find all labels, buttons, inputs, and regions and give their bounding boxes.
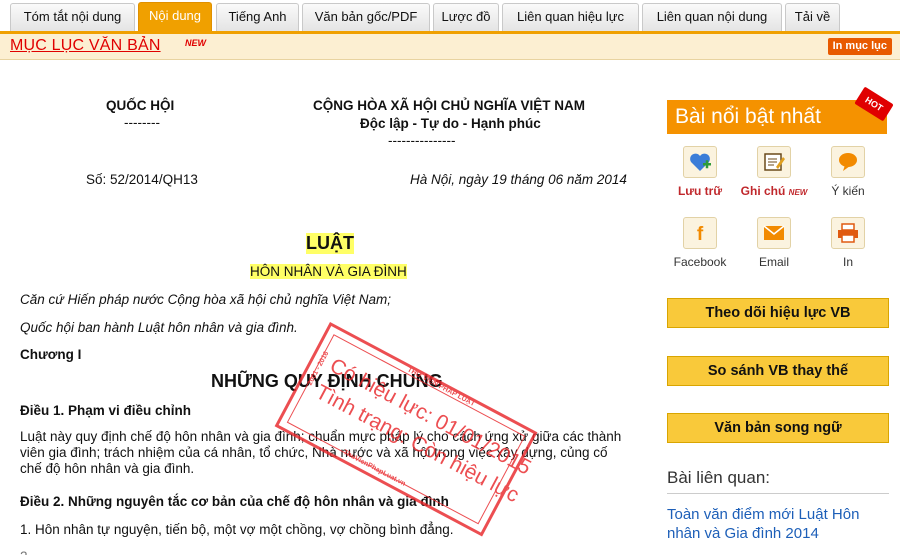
document-body: QUỐC HỘI -------- CỘNG HÒA XÃ HỘI CHỦ NG… (0, 60, 650, 555)
law-title: LUẬT (306, 233, 354, 254)
save-action[interactable]: Lưu trữ (665, 146, 735, 198)
email-label: Email (758, 255, 789, 269)
article-2-clause-2-cut: 2. ... (20, 549, 46, 555)
issuer: QUỐC HỘI (106, 98, 175, 113)
motto: Độc lập - Tự do - Hạnh phúc (360, 116, 541, 131)
chapter-title: NHỮNG QUY ĐỊNH CHUNG (211, 371, 443, 391)
right-sidebar: Bài nổi bật nhất HOT Lưu trữ Ghi chú NEW… (665, 60, 900, 555)
law-subtitle: HÔN NHÂN VÀ GIA ĐÌNH (250, 264, 407, 279)
related-divider (667, 493, 889, 494)
save-label: Lưu trữ (677, 184, 723, 198)
print-toc-button[interactable]: In mục lục (827, 38, 892, 55)
note-action[interactable]: Ghi chú NEW (739, 146, 809, 198)
printer-icon (831, 217, 865, 249)
issuer-separator: -------- (124, 115, 160, 130)
article-1-body: Luật này quy định chế độ hôn nhân và gia… (20, 429, 622, 476)
comment-action[interactable]: Ý kiến (813, 146, 883, 198)
print-action[interactable]: In (813, 217, 883, 269)
heart-plus-icon (683, 146, 717, 178)
nation-title: CỘNG HÒA XÃ HỘI CHỦ NGHĨA VIỆT NAM (313, 98, 586, 113)
tab-summary[interactable]: Tóm tắt nội dung (10, 3, 135, 31)
document-number: Số: 52/2014/QH13 (86, 172, 198, 187)
hot-articles-title: Bài nổi bật nhất (675, 105, 821, 128)
toc-bar: MỤC LỤC VĂN BẢN NEW In mục lục (0, 34, 900, 60)
tab-related-content[interactable]: Liên quan nội dung (642, 3, 782, 31)
article-2-clause-1: 1. Hôn nhân tự nguyện, tiến bộ, một vợ m… (20, 522, 454, 537)
note-icon (757, 146, 791, 178)
track-validity-button[interactable]: Theo dõi hiệu lực VB (667, 298, 889, 328)
compare-replacement-button[interactable]: So sánh VB thay thế (667, 356, 889, 386)
comment-icon (831, 146, 865, 178)
article-2-title: Điều 2. Những nguyên tắc cơ bản của chế … (20, 494, 449, 509)
tab-related-validity[interactable]: Liên quan hiệu lực (502, 3, 639, 31)
facebook-icon: f (683, 217, 717, 249)
toc-title-link[interactable]: MỤC LỤC VĂN BẢN (10, 37, 161, 55)
hot-tag: HOT (854, 86, 894, 122)
tab-content[interactable]: Nội dung (138, 2, 212, 31)
comment-label: Ý kiến (831, 184, 865, 198)
facebook-action[interactable]: f Facebook (665, 217, 735, 269)
legal-basis: Căn cứ Hiến pháp nước Cộng hòa xã hội ch… (20, 292, 391, 307)
motto-separator: --------------- (388, 133, 456, 148)
tab-download[interactable]: Tải về (785, 3, 840, 31)
svg-text:f: f (697, 224, 704, 244)
tab-original-pdf[interactable]: Văn bản gốc/PDF (302, 3, 430, 31)
note-label: Ghi chú NEW (740, 184, 808, 198)
new-badge: NEW (185, 38, 206, 48)
print-label: In (842, 255, 853, 269)
article-1-title: Điều 1. Phạm vi điều chỉnh (20, 403, 192, 418)
hot-articles-banner[interactable]: Bài nổi bật nhất HOT (667, 86, 894, 134)
bilingual-document-button[interactable]: Văn bản song ngữ (667, 413, 889, 443)
email-action[interactable]: Email (739, 217, 809, 269)
email-icon (757, 217, 791, 249)
note-new-badge: NEW (788, 188, 808, 197)
tab-diagram[interactable]: Lược đồ (433, 3, 499, 31)
enactment: Quốc hội ban hành Luật hôn nhân và gia đ… (20, 320, 298, 335)
facebook-label: Facebook (673, 255, 727, 269)
chapter-label: Chương I (20, 347, 82, 362)
related-article-link[interactable]: Toàn văn điểm mới Luật Hôn nhân và Gia đ… (667, 505, 889, 543)
tab-bar: Tóm tắt nội dung Nội dung Tiếng Anh Văn … (0, 0, 900, 34)
place-date: Hà Nội, ngày 19 tháng 06 năm 2014 (410, 172, 627, 187)
tab-english[interactable]: Tiếng Anh (216, 3, 299, 31)
related-articles-title: Bài liên quan: (667, 468, 771, 487)
